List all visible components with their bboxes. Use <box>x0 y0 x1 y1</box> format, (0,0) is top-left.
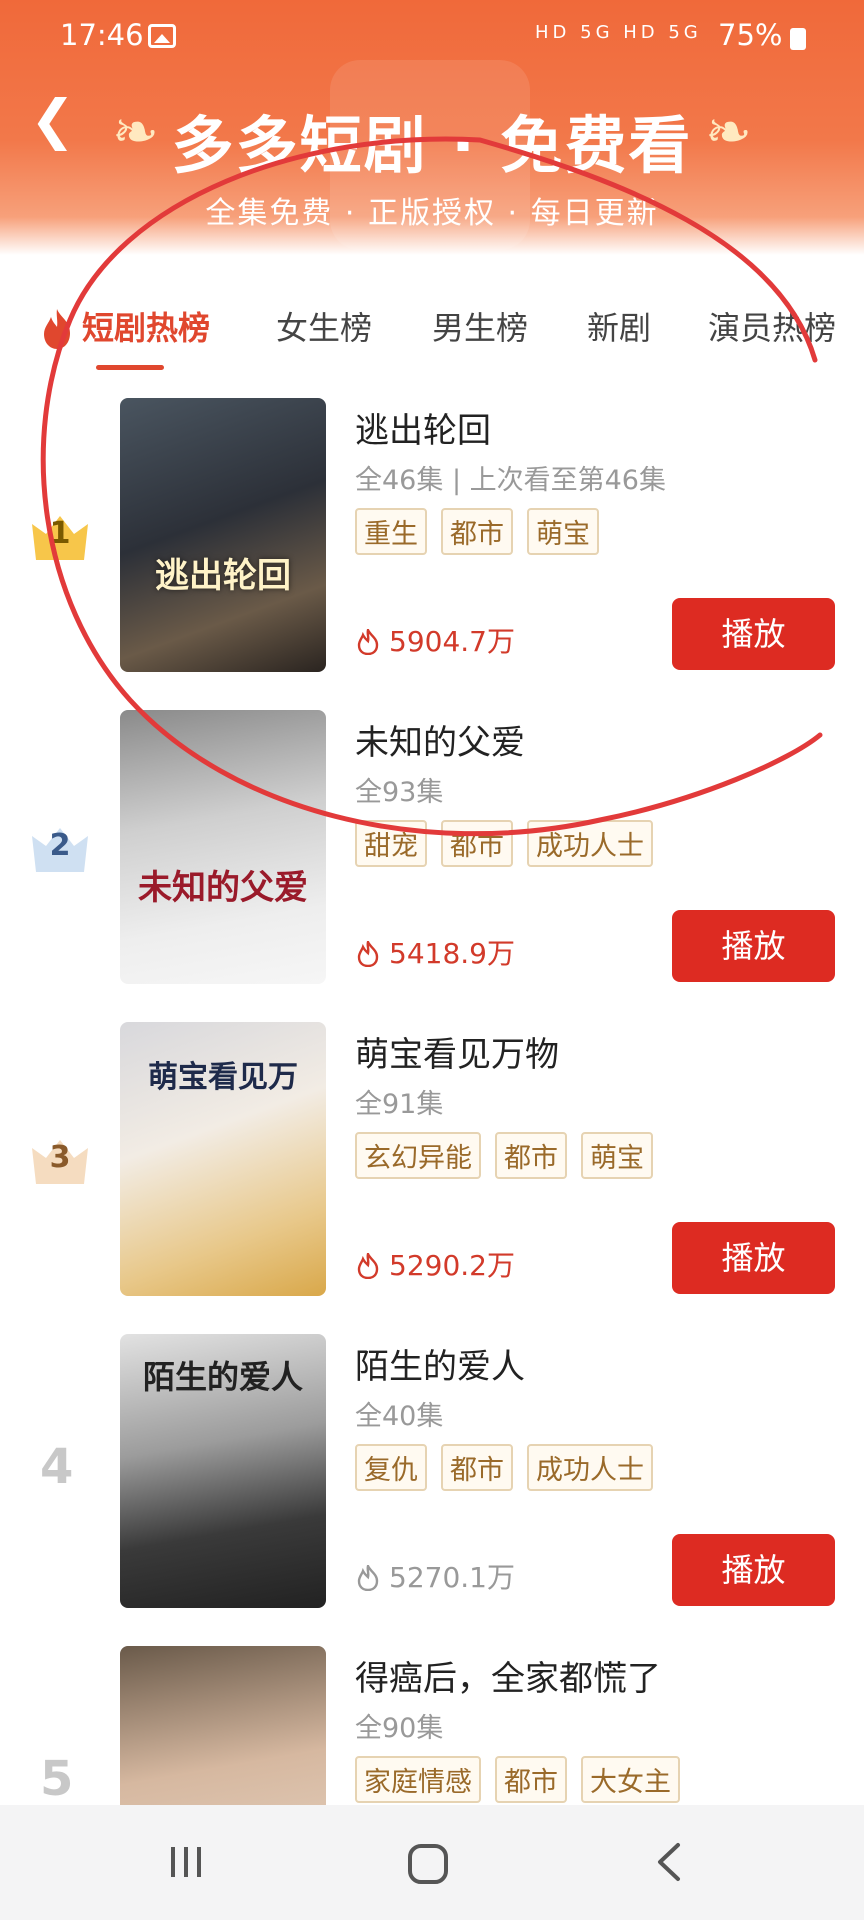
tab-male[interactable]: 男生榜 <box>432 303 528 349</box>
home-icon[interactable] <box>405 1841 451 1887</box>
tag: 甜宠 <box>355 820 427 867</box>
gallery-notification-icon <box>148 24 176 48</box>
episode-info: 全90集 <box>355 1713 444 1744</box>
episode-info: 全46集 | 上次看至第46集 <box>355 465 666 496</box>
fire-icon <box>357 941 379 967</box>
tag: 萌宝 <box>581 1132 653 1179</box>
battery-icon <box>790 28 806 50</box>
tab-female[interactable]: 女生榜 <box>276 303 372 349</box>
list-item[interactable]: 2 未知的父爱 未知的父爱 全93集 甜宠 都市 成功人士 5418.9万 播放 <box>0 710 864 1000</box>
episode-info: 全91集 <box>355 1089 444 1120</box>
status-bar: 17:46 HD 5G HD 5G 75% <box>0 0 864 72</box>
tab-new[interactable]: 新剧 <box>587 303 651 349</box>
tab-hot-drama[interactable]: 短剧热榜 <box>82 303 210 349</box>
active-tab-indicator <box>96 365 164 370</box>
tag: 都市 <box>441 1444 513 1491</box>
list-item[interactable]: 5 得癌后，全家都慌了 全90集 家庭情感 都市 大女主 <box>0 1646 864 1806</box>
tag: 萌宝 <box>527 508 599 555</box>
heat-count: 5904.7万 <box>355 620 515 660</box>
heat-value: 5418.9万 <box>389 937 515 970</box>
tag-list: 玄幻异能 都市 萌宝 <box>355 1132 667 1179</box>
battery-level: 75% <box>718 18 783 52</box>
fire-icon <box>357 1253 379 1279</box>
system-nav-bar <box>0 1805 864 1920</box>
cover-title: 未知的父爱 <box>138 868 308 908</box>
cover-title: 萌宝看见万 <box>148 1060 298 1095</box>
heat-value: 5270.1万 <box>389 1561 515 1594</box>
tag: 玄幻异能 <box>355 1132 481 1179</box>
rank-number: 3 <box>49 1140 71 1175</box>
play-button[interactable]: 播放 <box>672 1534 835 1606</box>
heat-count: 5290.2万 <box>355 1244 515 1284</box>
drama-title[interactable]: 逃出轮回 <box>355 403 491 452</box>
tag-list: 复仇 都市 成功人士 <box>355 1444 667 1491</box>
network-status: HD 5G HD 5G <box>535 22 702 43</box>
tag-list: 甜宠 都市 成功人士 <box>355 820 667 867</box>
tag-list: 家庭情感 都市 大女主 <box>355 1756 694 1803</box>
rank-number: 2 <box>49 828 71 863</box>
heat-count: 5418.9万 <box>355 932 515 972</box>
play-button[interactable]: 播放 <box>672 598 835 670</box>
episode-info: 全93集 <box>355 777 444 808</box>
status-time: 17:46 <box>60 18 144 52</box>
tag: 重生 <box>355 508 427 555</box>
list-item[interactable]: 4 陌生的爱人 陌生的爱人 全40集 复仇 都市 成功人士 5270.1万 播放 <box>0 1334 864 1624</box>
rank-number: 5 <box>40 1751 74 1806</box>
back-icon[interactable] <box>650 1841 690 1883</box>
play-button[interactable]: 播放 <box>672 910 835 982</box>
list-item[interactable]: 1 逃出轮回 逃出轮回 全46集 | 上次看至第46集 重生 都市 萌宝 5904.… <box>0 398 864 688</box>
heat-value: 5290.2万 <box>389 1249 515 1282</box>
episode-info: 全40集 <box>355 1401 444 1432</box>
drama-title[interactable]: 未知的父爱 <box>355 715 525 764</box>
cover-title: 逃出轮回 <box>155 556 291 596</box>
drama-cover[interactable]: 陌生的爱人 <box>120 1334 326 1608</box>
cover-title: 陌生的爱人 <box>142 1358 303 1396</box>
drama-cover[interactable]: 未知的父爱 <box>120 710 326 984</box>
banner-subtitle: 全集免费 · 正版授权 · 每日更新 <box>205 196 659 231</box>
fire-icon <box>357 1565 379 1591</box>
tab-actors[interactable]: 演员热榜 <box>708 303 836 349</box>
list-item[interactable]: 3 萌宝看见万 萌宝看见万物 全91集 玄幻异能 都市 萌宝 5290.2万 播放 <box>0 1022 864 1312</box>
rank-number: 1 <box>49 516 71 551</box>
tag: 都市 <box>495 1132 567 1179</box>
tag: 都市 <box>441 508 513 555</box>
banner-title: 多多短剧 · 免费看 <box>171 109 693 182</box>
tag: 家庭情感 <box>355 1756 481 1803</box>
fire-icon <box>357 629 379 655</box>
drama-cover[interactable]: 逃出轮回 <box>120 398 326 672</box>
play-button[interactable]: 播放 <box>672 1222 835 1294</box>
category-tabs: 短剧热榜 女生榜 男生榜 新剧 演员热榜 <box>0 295 864 365</box>
drama-cover[interactable] <box>120 1646 326 1806</box>
tag: 都市 <box>495 1756 567 1803</box>
rank-number: 4 <box>40 1439 74 1495</box>
heat-count: 5270.1万 <box>355 1556 515 1596</box>
drama-title[interactable]: 萌宝看见万物 <box>355 1027 559 1076</box>
tag: 成功人士 <box>527 820 653 867</box>
tag: 大女主 <box>581 1756 680 1803</box>
drama-title[interactable]: 陌生的爱人 <box>355 1339 525 1388</box>
recent-apps-icon[interactable] <box>165 1841 207 1883</box>
tag-list: 重生 都市 萌宝 <box>355 508 613 555</box>
heat-value: 5904.7万 <box>389 625 515 658</box>
tag: 都市 <box>441 820 513 867</box>
drama-title[interactable]: 得癌后，全家都慌了 <box>355 1651 661 1700</box>
drama-cover[interactable]: 萌宝看见万 <box>120 1022 326 1296</box>
tag: 复仇 <box>355 1444 427 1491</box>
tag: 成功人士 <box>527 1444 653 1491</box>
